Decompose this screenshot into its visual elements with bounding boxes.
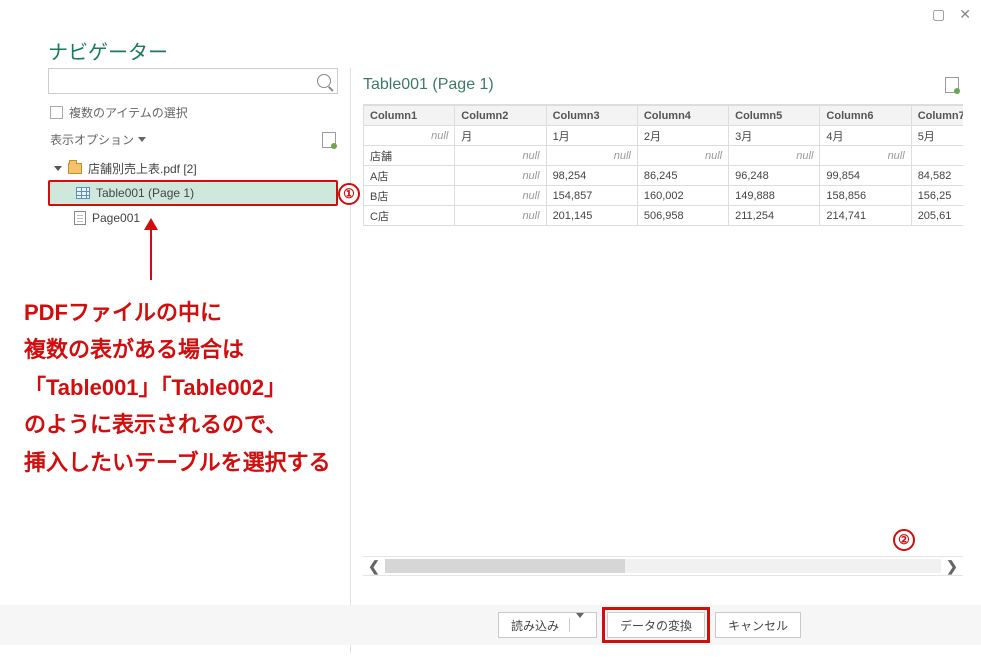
close-icon[interactable]: ✕ <box>959 6 971 23</box>
annotation-marker-2: ② <box>893 529 915 551</box>
multi-select-checkbox-row[interactable]: 複数のアイテムの選択 <box>48 100 338 125</box>
table-row[interactable]: null月1月2月3月4月5月 <box>364 126 964 146</box>
tree-node-label: Table001 (Page 1) <box>96 186 194 200</box>
display-options-label: 表示オプション <box>50 131 134 148</box>
scroll-left-icon[interactable]: ❮ <box>363 558 385 575</box>
table-cell: null <box>455 186 546 206</box>
horizontal-scrollbar[interactable]: ② ❮ ❯ <box>363 556 963 576</box>
table-cell: 211,254 <box>729 206 820 226</box>
table-cell: 98,254 <box>546 166 637 186</box>
preview-title: Table001 (Page 1) <box>363 76 494 94</box>
display-options[interactable]: 表示オプション <box>48 125 338 152</box>
table-cell: 158,856 <box>820 186 911 206</box>
search-input-wrap[interactable] <box>48 68 338 94</box>
table-cell: null <box>364 126 455 146</box>
table-cell: 3月 <box>729 126 820 146</box>
table-cell: 96,248 <box>729 166 820 186</box>
table-row[interactable]: 店舗nullnullnullnullnullnull <box>364 146 964 166</box>
preview-options-icon[interactable] <box>945 77 959 93</box>
scroll-track[interactable] <box>385 559 941 573</box>
table-cell: null <box>729 146 820 166</box>
table-cell: null <box>455 206 546 226</box>
column-header[interactable]: Column2 <box>455 106 546 126</box>
cancel-button[interactable]: キャンセル <box>715 612 801 638</box>
transform-data-button[interactable]: データの変換 <box>607 612 705 638</box>
table-row[interactable]: C店null201,145506,958211,254214,741205,61 <box>364 206 964 226</box>
chevron-down-icon <box>54 166 62 171</box>
column-header[interactable]: Column3 <box>546 106 637 126</box>
table-cell: 201,145 <box>546 206 637 226</box>
column-header[interactable]: Column6 <box>820 106 911 126</box>
tree-node-label: 店舗別売上表.pdf [2] <box>88 160 197 177</box>
source-tree: 店舗別売上表.pdf [2] Table001 (Page 1) ① Page0… <box>48 156 338 230</box>
refresh-preview-icon[interactable] <box>322 132 336 148</box>
load-button-label: 読み込み <box>511 617 559 634</box>
table-row[interactable]: A店null98,25486,24596,24899,85484,582 <box>364 166 964 186</box>
table-cell: A店 <box>364 166 455 186</box>
table-cell: 5月 <box>911 126 963 146</box>
annotation-marker-1: ① <box>338 183 360 205</box>
table-cell: 99,854 <box>820 166 911 186</box>
checkbox-icon[interactable] <box>50 106 63 119</box>
maximize-icon[interactable]: ▢ <box>932 6 945 23</box>
multi-select-label: 複数のアイテムの選択 <box>69 104 188 121</box>
table-cell: C店 <box>364 206 455 226</box>
column-header[interactable]: Column7 <box>911 106 963 126</box>
table-cell: 月 <box>455 126 546 146</box>
tree-node-label: Page001 <box>92 211 140 225</box>
search-input[interactable] <box>55 74 317 88</box>
table-cell: 店舗 <box>364 146 455 166</box>
chevron-down-icon <box>576 613 584 632</box>
table-cell: 156,25 <box>911 186 963 206</box>
table-cell: 86,245 <box>637 166 728 186</box>
table-cell: null <box>455 146 546 166</box>
load-button-dropdown[interactable] <box>569 618 584 632</box>
column-header[interactable]: Column5 <box>729 106 820 126</box>
page-icon <box>74 211 86 225</box>
column-header[interactable]: Column4 <box>637 106 728 126</box>
dialog-title: ナビゲーター <box>48 36 168 65</box>
dialog-footer: 読み込み データの変換 キャンセル <box>0 605 981 645</box>
table-cell: 4月 <box>820 126 911 146</box>
tree-node-table001[interactable]: Table001 (Page 1) ① <box>48 180 338 206</box>
tree-node-page001[interactable]: Page001 <box>48 206 338 230</box>
table-cell: null <box>546 146 637 166</box>
annotation-arrow <box>150 220 152 280</box>
load-button[interactable]: 読み込み <box>498 612 597 638</box>
scroll-right-icon[interactable]: ❯ <box>941 558 963 575</box>
preview-pane: Table001 (Page 1) Column1Column2Column3C… <box>350 68 963 653</box>
tree-node-pdf[interactable]: 店舗別売上表.pdf [2] <box>48 156 338 180</box>
table-cell: 84,582 <box>911 166 963 186</box>
table-cell: 149,888 <box>729 186 820 206</box>
table-cell: B店 <box>364 186 455 206</box>
table-icon <box>76 187 90 199</box>
table-cell: 205,61 <box>911 206 963 226</box>
table-cell: null <box>455 166 546 186</box>
preview-table: Column1Column2Column3Column4Column5Colum… <box>363 105 963 226</box>
table-row[interactable]: B店null154,857160,002149,888158,856156,25 <box>364 186 964 206</box>
table-cell: 2月 <box>637 126 728 146</box>
annotation-text: PDFファイルの中に 複数の表がある場合は 「Table001」「Table00… <box>24 294 331 481</box>
table-cell: 1月 <box>546 126 637 146</box>
table-cell: 214,741 <box>820 206 911 226</box>
table-cell: null <box>637 146 728 166</box>
folder-icon <box>68 163 82 174</box>
table-cell: 160,002 <box>637 186 728 206</box>
column-header[interactable]: Column1 <box>364 106 455 126</box>
search-icon <box>317 74 331 88</box>
table-cell: null <box>911 146 963 166</box>
table-cell: 506,958 <box>637 206 728 226</box>
transform-button-label: データの変換 <box>620 617 692 634</box>
scroll-thumb[interactable] <box>385 559 625 573</box>
table-cell: 154,857 <box>546 186 637 206</box>
table-cell: null <box>820 146 911 166</box>
chevron-down-icon <box>138 137 146 142</box>
cancel-button-label: キャンセル <box>728 617 788 634</box>
